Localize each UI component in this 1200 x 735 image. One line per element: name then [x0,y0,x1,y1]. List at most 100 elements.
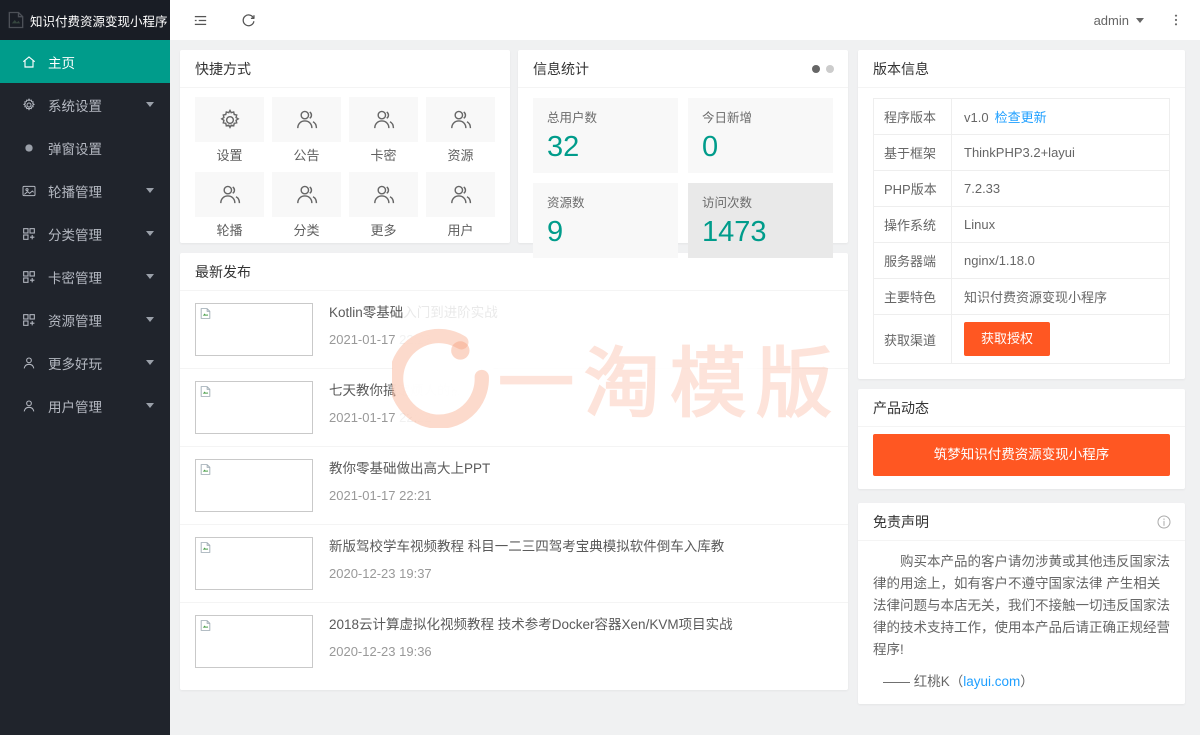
chevron-down-icon [1136,18,1144,23]
user-menu[interactable]: admin [1080,0,1158,40]
sidebar-item-label: 系统设置 [48,95,102,115]
disclaimer-text: 购买本产品的客户请勿涉黄或其他违反国家法律的用途上，如有客户不遵守国家法律 产生… [873,551,1170,661]
chevron-down-icon [146,403,154,408]
item-date: 2020-12-23 19:36 [329,644,733,659]
disclaimer-card: 免责声明 购买本产品的客户请勿涉黄或其他违反国家法律的用途上，如有客户不遵守国家… [858,503,1185,704]
carousel-dot[interactable] [826,65,834,73]
item-date: 2021-01-17 22:21 [329,488,490,503]
sidebar: 知识付费资源变现小程序 主页 系统设置 弹窗设置 轮播管理 [0,0,170,735]
admin-dashboard: 知识付费资源变现小程序 主页 系统设置 弹窗设置 轮播管理 [0,0,1200,735]
sidebar-item-home[interactable]: 主页 [0,40,170,83]
sidebar-item-label: 分类管理 [48,224,102,244]
sidebar-menu: 主页 系统设置 弹窗设置 轮播管理 分类管理 [0,40,170,427]
sidebar-item-label: 更多好玩 [48,353,102,373]
user-icon [20,397,37,414]
shortcuts-card-title: 快捷方式 [180,50,510,88]
disclaimer-signature: —— 红桃K（layui.com） [873,670,1170,690]
item-title: 新版驾校学车视频教程 科目一二三四驾考宝典模拟软件倒车入库教 [329,538,724,555]
friends-icon [272,97,341,142]
shortcut-label: 设置 [195,148,264,164]
carousel-dot-active[interactable] [812,65,820,73]
collapse-menu-icon[interactable] [180,0,220,40]
more-vertical-icon[interactable] [1158,0,1194,40]
shortcut-label: 分类 [272,223,341,239]
chevron-down-icon [146,360,154,365]
table-row: PHP版本 7.2.33 [874,170,1169,206]
broken-thumbnail-image [195,381,313,434]
shortcut-more[interactable]: 更多 [349,172,418,239]
chevron-down-icon [146,317,154,322]
stat-visits: 访问次数 1473 [688,183,833,258]
stat-new-today: 今日新增 0 [688,98,833,173]
shortcut-cardkey[interactable]: 卡密 [349,97,418,164]
product-link-button[interactable]: 筑梦知识付费资源变现小程序 [873,434,1170,476]
list-item[interactable]: Kotlin零基础入门到进阶实战 2021-01-17 22:23 [180,291,848,369]
table-row: 获取渠道 获取授权 [874,314,1169,363]
table-row: 主要特色 知识付费资源变现小程序 [874,278,1169,314]
list-item[interactable]: 七天教你搞定烦人的熊孩子 2021-01-17 22:22 [180,369,848,447]
dot-icon [20,139,37,156]
shortcut-label: 用户 [426,223,495,239]
chevron-down-icon [146,231,154,236]
shortcut-carousel[interactable]: 轮播 [195,172,264,239]
sidebar-item-popup-settings[interactable]: 弹窗设置 [0,126,170,169]
list-item[interactable]: 新版驾校学车视频教程 科目一二三四驾考宝典模拟软件倒车入库教 2020-12-2… [180,525,848,603]
version-card: 版本信息 程序版本 v1.0检查更新 基于框架 ThinkPHP3.2+layu… [858,50,1185,379]
item-date: 2021-01-17 22:23 [329,332,498,347]
friends-icon [272,172,341,217]
shortcut-user[interactable]: 用户 [426,172,495,239]
disclaimer-card-title: 免责声明 [873,514,929,530]
image-icon [20,182,37,199]
app-title: 知识付费资源变现小程序 [30,11,168,30]
sidebar-item-label: 用户管理 [48,396,102,416]
sidebar-item-system-settings[interactable]: 系统设置 [0,83,170,126]
sidebar-item-carousel-mgmt[interactable]: 轮播管理 [0,169,170,212]
shortcut-announcement[interactable]: 公告 [272,97,341,164]
friends-icon [349,172,418,217]
sidebar-item-cardkey-mgmt[interactable]: 卡密管理 [0,255,170,298]
version-table: 程序版本 v1.0检查更新 基于框架 ThinkPHP3.2+layui PHP… [873,98,1170,364]
get-license-button[interactable]: 获取授权 [964,322,1050,356]
shortcut-label: 轮播 [195,223,264,239]
chevron-down-icon [146,274,154,279]
broken-thumbnail-image [195,615,313,668]
topbar: admin [170,0,1200,40]
list-item[interactable]: 2018云计算虚拟化视频教程 技术参考Docker容器Xen/KVM项目实战 2… [180,603,848,680]
apps-icon [20,268,37,285]
item-title: 教你零基础做出高大上PPT [329,460,490,477]
stats-card: 信息统计 总用户数 32 今日新增 [518,50,848,243]
shortcut-label: 更多 [349,223,418,239]
shortcut-settings[interactable]: 设置 [195,97,264,164]
shortcut-category[interactable]: 分类 [272,172,341,239]
sidebar-item-user-mgmt[interactable]: 用户管理 [0,384,170,427]
latest-card: 最新发布 Kotlin零基础入门到进阶实战 2021-01-17 22:23 七… [180,253,848,690]
user-icon [20,354,37,371]
shortcut-label: 资源 [426,148,495,164]
check-update-link[interactable]: 检查更新 [995,110,1047,125]
refresh-icon[interactable] [228,0,268,40]
layui-link[interactable]: layui.com [963,674,1020,689]
table-row: 基于框架 ThinkPHP3.2+layui [874,134,1169,170]
list-item[interactable]: 教你零基础做出高大上PPT 2021-01-17 22:21 [180,447,848,525]
gear-icon [20,96,37,113]
shortcut-label: 卡密 [349,148,418,164]
shortcuts-card: 快捷方式 设置 公告 卡密 [180,50,510,243]
item-title: Kotlin零基础入门到进阶实战 [329,304,498,321]
item-title: 七天教你搞定烦人的熊孩子 [329,382,491,399]
broken-thumbnail-image [195,303,313,356]
product-card: 产品动态 筑梦知识付费资源变现小程序 [858,389,1185,489]
sidebar-item-resource-mgmt[interactable]: 资源管理 [0,298,170,341]
sidebar-item-more-fun[interactable]: 更多好玩 [0,341,170,384]
broken-logo-image-icon [6,10,26,30]
broken-thumbnail-image [195,459,313,512]
shortcut-label: 公告 [272,148,341,164]
shortcut-resource[interactable]: 资源 [426,97,495,164]
sidebar-item-label: 资源管理 [48,310,102,330]
info-icon[interactable] [1156,514,1172,530]
sidebar-item-label: 弹窗设置 [48,138,102,158]
table-row: 操作系统 Linux [874,206,1169,242]
table-row: 程序版本 v1.0检查更新 [874,99,1169,134]
sidebar-item-category-mgmt[interactable]: 分类管理 [0,212,170,255]
app-logo: 知识付费资源变现小程序 [0,0,170,40]
item-date: 2020-12-23 19:37 [329,566,724,581]
